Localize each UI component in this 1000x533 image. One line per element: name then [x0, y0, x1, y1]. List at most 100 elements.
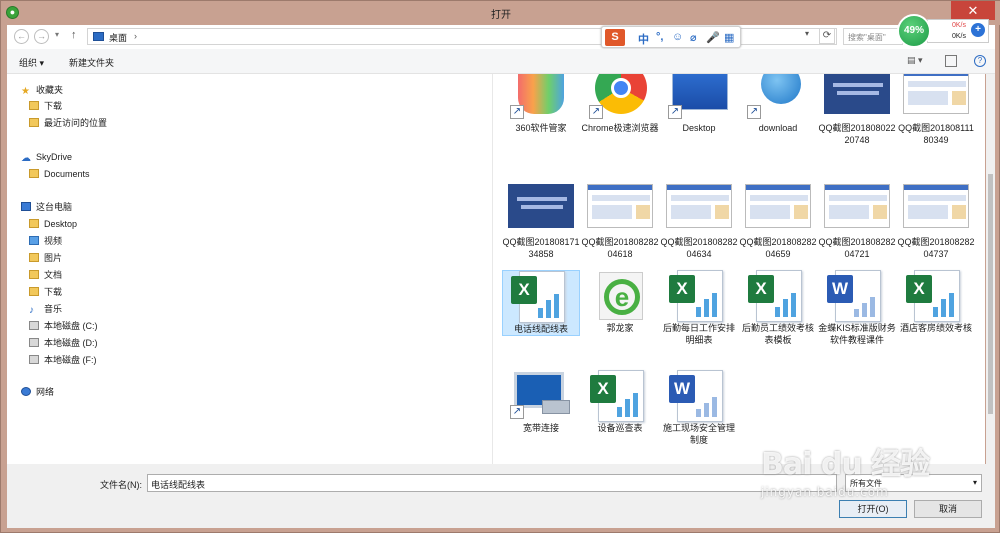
- filename-input[interactable]: 电话线配线表: [147, 474, 837, 492]
- file-thumbnail: X: [508, 271, 574, 323]
- ime-mode-icon[interactable]: 中: [638, 31, 649, 47]
- file-tile[interactable]: QQ截图20180828204634: [660, 184, 738, 260]
- word-file-icon: W: [669, 370, 723, 422]
- new-folder-button[interactable]: 新建文件夹: [69, 56, 114, 69]
- browser-file-icon: e: [599, 272, 643, 320]
- back-button[interactable]: ←: [14, 29, 29, 44]
- nav-item[interactable]: 本地磁盘 (F:): [29, 353, 97, 367]
- forward-button[interactable]: →: [34, 29, 49, 44]
- up-button[interactable]: ↑: [71, 29, 77, 41]
- file-list-scrollbar[interactable]: [986, 74, 995, 464]
- download-folder-icon: [29, 101, 39, 110]
- scrollbar-thumb[interactable]: [988, 174, 993, 414]
- watermark-url: jingyan.baidu.com: [761, 485, 889, 499]
- speed-ball[interactable]: 49%: [897, 14, 931, 48]
- file-tile[interactable]: QQ截图20180802220748: [818, 74, 896, 146]
- file-name: Chrome极速浏览器: [581, 123, 659, 133]
- file-tile[interactable]: ↗ 360软件管家: [502, 74, 580, 134]
- file-tile[interactable]: QQ截图20180828204721: [818, 184, 896, 260]
- ime-punct-icon[interactable]: °,: [656, 31, 663, 43]
- file-name: QQ截图20180802220748: [818, 123, 896, 145]
- file-tile[interactable]: X 后勤每日工作安排明细表: [660, 270, 738, 346]
- screenshot-thumbnail: [666, 184, 732, 228]
- file-name: 设备巡查表: [597, 423, 643, 433]
- folder-icon: [29, 219, 39, 228]
- nav-item[interactable]: 图片: [29, 251, 62, 265]
- nav-item-label: SkyDrive: [36, 152, 73, 162]
- excel-file-icon: X: [669, 270, 723, 322]
- nav-item-label: 下载: [44, 101, 63, 111]
- nav-item[interactable]: ★ 收藏夹: [21, 83, 63, 97]
- search-input[interactable]: 搜索"桌面": [843, 28, 903, 45]
- ime-voice-icon[interactable]: 🎤: [706, 31, 720, 44]
- nav-item[interactable]: 下载: [29, 285, 62, 299]
- file-thumbnail: ↗: [508, 74, 574, 120]
- file-name: QQ截图20180828204659: [739, 237, 817, 259]
- nav-item[interactable]: 本地磁盘 (C:): [29, 319, 98, 333]
- file-tile[interactable]: X 电话线配线表: [502, 270, 580, 336]
- picture-icon: [29, 253, 39, 262]
- file-tile[interactable]: X 设备巡查表: [581, 370, 659, 434]
- help-icon[interactable]: ?: [974, 55, 986, 67]
- file-name: QQ截图20180828204618: [581, 237, 659, 259]
- refresh-button[interactable]: ⟳: [819, 28, 835, 44]
- file-tile[interactable]: QQ截图20180817134858: [502, 184, 580, 260]
- organize-button[interactable]: 组织 ▾: [19, 56, 44, 69]
- window-title: 打开: [491, 10, 511, 21]
- nav-item[interactable]: 本地磁盘 (D:): [29, 336, 98, 350]
- file-thumbnail: ↗: [745, 74, 811, 120]
- computer-icon: [21, 202, 31, 211]
- cloud-icon: ☁: [21, 153, 31, 164]
- file-name: Desktop: [682, 123, 716, 133]
- nav-item[interactable]: 网络: [21, 385, 54, 399]
- nav-item-label: 收藏夹: [36, 85, 64, 95]
- drive-icon: [29, 338, 39, 347]
- recent-locations-dropdown[interactable]: ▾: [55, 30, 59, 39]
- breadcrumb-chevron-icon[interactable]: ›: [134, 31, 137, 41]
- nav-item[interactable]: ☁ SkyDrive: [21, 150, 72, 164]
- breadcrumb-desktop[interactable]: 桌面: [109, 31, 127, 44]
- file-tile[interactable]: e 郭龙家: [581, 270, 659, 334]
- nav-item[interactable]: 下载: [29, 99, 62, 113]
- nav-item-label: 音乐: [44, 304, 63, 314]
- file-list: ↗ 360软件管家 ↗ Chrome极速浏览器 ↗ Desktop ↗ download QQ截…: [493, 74, 985, 464]
- globe-icon: [761, 74, 801, 104]
- nav-item[interactable]: 最近访问的位置: [29, 116, 107, 130]
- ime-skin-icon[interactable]: ⌀: [690, 31, 697, 44]
- file-name: 360软件管家: [515, 123, 567, 133]
- file-tile[interactable]: QQ截图20180811180349: [897, 74, 975, 146]
- nav-item[interactable]: ♪ 音乐: [29, 302, 62, 316]
- file-tile[interactable]: X 后勤员工绩效考核表模板: [739, 270, 817, 346]
- speed-plus-icon[interactable]: +: [971, 23, 985, 37]
- nav-item[interactable]: 文档: [29, 268, 62, 282]
- screenshot-thumbnail: [508, 184, 574, 228]
- ime-toolbox-icon[interactable]: ▦: [724, 31, 734, 44]
- file-name: 金蝶KIS标准版财务软件教程课件: [818, 323, 896, 345]
- file-tile[interactable]: QQ截图20180828204618: [581, 184, 659, 260]
- file-tile[interactable]: W 金蝶KIS标准版财务软件教程课件: [818, 270, 896, 346]
- file-tile[interactable]: W 施工现场安全管理制度: [660, 370, 738, 446]
- nav-item[interactable]: 视频: [29, 234, 62, 248]
- nav-item[interactable]: Documents: [29, 167, 90, 181]
- preview-pane-icon[interactable]: [945, 55, 957, 67]
- file-tile[interactable]: ↗ 宽带连接: [502, 370, 580, 434]
- file-tile[interactable]: ↗ Desktop: [660, 74, 738, 134]
- file-thumbnail: [824, 74, 890, 120]
- nav-item[interactable]: Desktop: [29, 217, 77, 231]
- change-view-icon[interactable]: ▤ ▾: [907, 55, 933, 67]
- file-tile[interactable]: X 酒店客房绩效考核: [897, 270, 975, 334]
- video-icon: [29, 236, 39, 245]
- file-tile[interactable]: QQ截图20180828204737: [897, 184, 975, 260]
- network-speed-widget: 0K/s 0K/s 49% +: [897, 14, 991, 48]
- ime-emoji-icon[interactable]: ☺: [672, 31, 683, 43]
- file-tile[interactable]: ↗ Chrome极速浏览器: [581, 74, 659, 134]
- file-tile[interactable]: QQ截图20180828204659: [739, 184, 817, 260]
- file-name: QQ截图20180828204634: [660, 237, 738, 259]
- drive-icon: [29, 355, 39, 364]
- file-thumbnail: X: [903, 270, 969, 322]
- file-thumbnail: ↗: [666, 74, 732, 120]
- path-dropdown-icon[interactable]: ▾: [805, 29, 809, 38]
- file-tile[interactable]: ↗ download: [739, 74, 817, 134]
- nav-item[interactable]: 这台电脑: [21, 200, 72, 214]
- sogou-logo[interactable]: S: [605, 29, 625, 46]
